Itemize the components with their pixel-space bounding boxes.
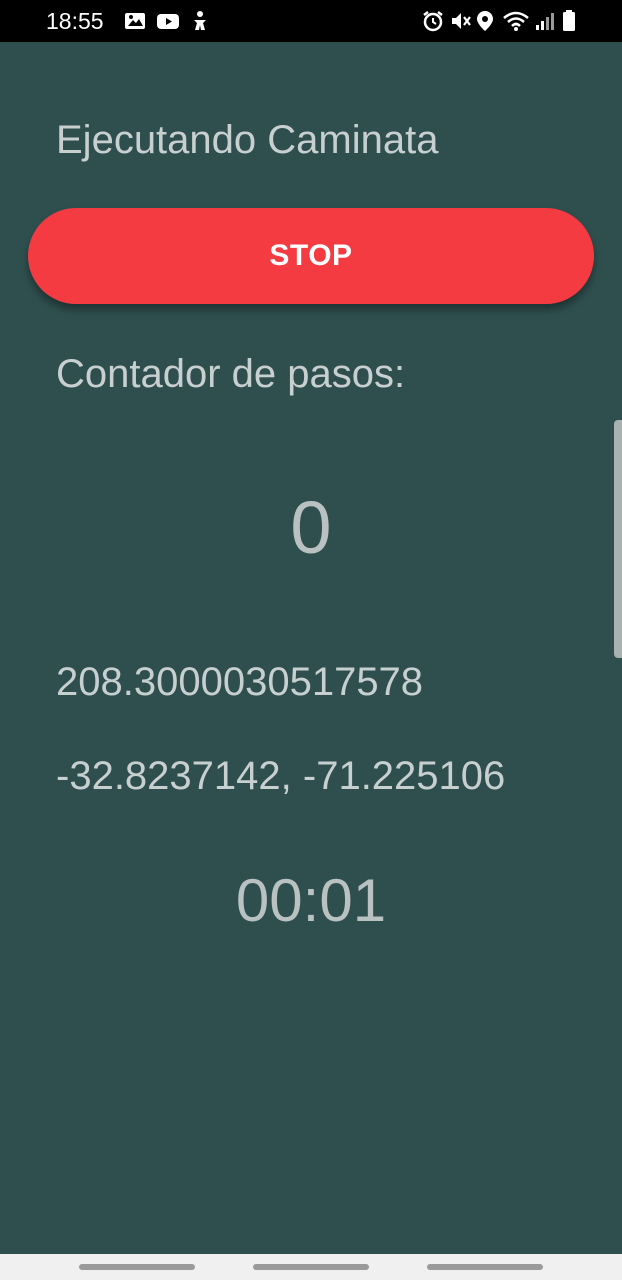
step-count: 0 <box>290 486 332 569</box>
status-time: 18:55 <box>46 8 104 34</box>
image-icon <box>124 10 146 32</box>
elapsed-timer: 00:01 <box>235 867 387 934</box>
nav-home-button[interactable] <box>253 1264 369 1270</box>
wifi-icon <box>502 10 529 32</box>
navigation-bar <box>0 1254 622 1280</box>
status-bar: 18:55 <box>0 0 622 42</box>
altitude-value: 208.3000030517578 <box>56 660 424 704</box>
stop-button[interactable]: STOP <box>28 208 594 304</box>
nav-back-button[interactable] <box>427 1264 543 1270</box>
accessibility-icon <box>190 10 212 32</box>
youtube-icon <box>156 10 179 32</box>
scroll-indicator[interactable] <box>614 420 622 658</box>
battery-icon <box>562 10 584 32</box>
signal-icon <box>534 10 556 32</box>
screen-title: Ejecutando Caminata <box>56 118 439 162</box>
location-icon <box>476 10 498 32</box>
mute-icon <box>450 10 472 32</box>
alarm-icon <box>422 10 444 32</box>
nav-recents-button[interactable] <box>79 1264 195 1270</box>
walking-screen: Ejecutando Caminata STOP Contador de pas… <box>0 42 622 1254</box>
step-counter-label: Contador de pasos: <box>56 352 406 396</box>
coordinates-value: -32.8237142, -71.225106 <box>56 754 506 798</box>
